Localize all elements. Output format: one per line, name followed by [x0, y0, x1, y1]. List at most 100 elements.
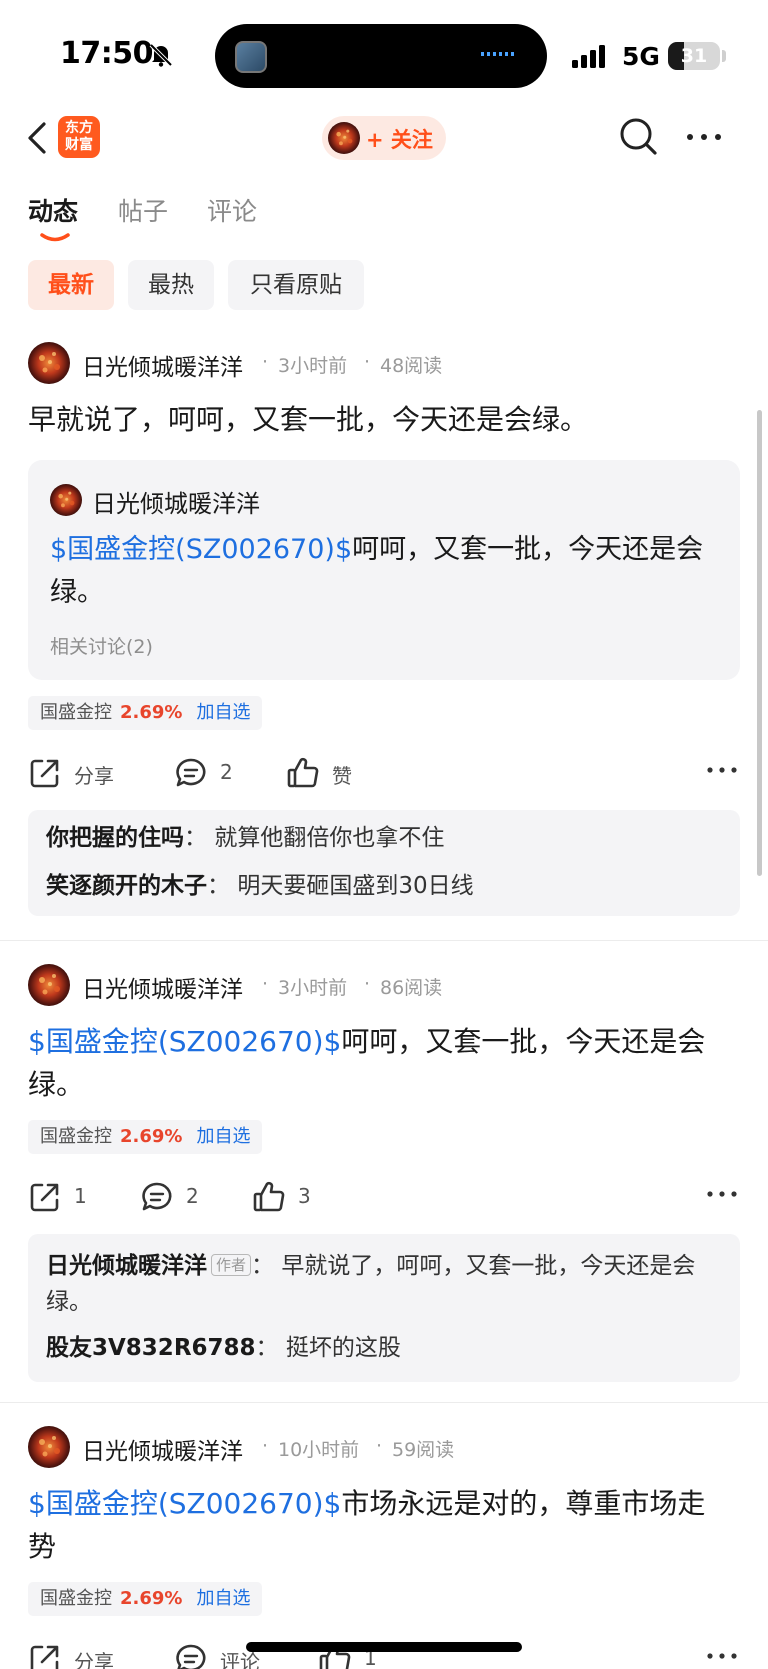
like-label: 赞: [332, 764, 352, 788]
follow-user-avatar: [328, 122, 360, 154]
comment-sep: ：: [251, 1253, 275, 1279]
post-card[interactable]: 日光倾城暖洋洋 · 10小时前 · 59阅读 $国盛金控(SZ002670)$市…: [0, 1424, 768, 1669]
stock-change-pct: 2.69%: [120, 702, 183, 723]
more-icon[interactable]: [684, 122, 724, 152]
comment-user[interactable]: 笑逐颜开的木子: [46, 873, 207, 899]
search-icon[interactable]: [618, 116, 660, 158]
stock-cashtag-link[interactable]: $国盛金控(SZ002670)$: [28, 1487, 341, 1520]
post-meta-sep: ·: [364, 351, 371, 373]
quoted-author-avatar: [50, 484, 82, 516]
like-button[interactable]: 3: [252, 1176, 332, 1220]
post-card[interactable]: 日光倾城暖洋洋 · 3小时前 · 86阅读 $国盛金控(SZ002670)$呵呵…: [0, 962, 768, 1382]
more-icon[interactable]: [704, 1646, 740, 1666]
add-watchlist-button[interactable]: 加自选: [196, 702, 250, 723]
bell-slash-icon: [149, 43, 173, 67]
stock-tag[interactable]: 国盛金控 2.69% 加自选: [28, 1120, 263, 1154]
comment-button[interactable]: 2: [140, 1176, 220, 1220]
stock-cashtag-link[interactable]: $国盛金控(SZ002670)$: [28, 1025, 341, 1058]
post-reads: 86阅读: [380, 977, 443, 999]
stock-cashtag-link[interactable]: $国盛金控(SZ002670)$: [50, 534, 352, 565]
content-tabs: 动态 帖子 评论: [0, 188, 768, 248]
like-button[interactable]: 赞: [286, 752, 366, 796]
add-watchlist-button[interactable]: 加自选: [196, 1126, 250, 1147]
tab-dynamic[interactable]: 动态: [28, 192, 78, 228]
share-icon: [30, 1183, 59, 1212]
comment-user[interactable]: 股友3V832R6788: [46, 1335, 256, 1361]
post-time: 3小时前: [278, 977, 348, 999]
like-icon: [287, 757, 319, 788]
comment-user[interactable]: 你把握的住吗: [46, 825, 184, 851]
post-reads: 48阅读: [380, 355, 443, 377]
island-activity-indicator: [481, 52, 517, 56]
post-text[interactable]: $国盛金控(SZ002670)$市场永远是对的，尊重市场走势: [28, 1482, 728, 1568]
tab-comments[interactable]: 评论: [207, 192, 257, 228]
battery-cap: [722, 50, 726, 62]
filter-original-only[interactable]: 只看原贴: [228, 260, 364, 310]
stock-name: 国盛金控: [40, 702, 112, 723]
share-button[interactable]: 1: [28, 1176, 108, 1220]
comment-item[interactable]: 股友3V832R6788： 挺坏的这股: [46, 1330, 726, 1366]
stock-name: 国盛金控: [40, 1126, 112, 1147]
post-time: 10小时前: [278, 1439, 360, 1461]
like-icon: [253, 1181, 285, 1212]
post-card[interactable]: 日光倾城暖洋洋 · 3小时前 · 48阅读 早就说了，呵呵，又套一批，今天还是会…: [0, 340, 768, 940]
stock-tag[interactable]: 国盛金控 2.69% 加自选: [28, 696, 263, 730]
comment-text: 明天要砸国盛到30日线: [237, 873, 474, 899]
comment-text: 挺坏的这股: [285, 1335, 401, 1361]
battery-indicator: 31: [668, 42, 720, 70]
comment-item[interactable]: 你把握的住吗： 就算他翻倍你也拿不住: [46, 820, 726, 856]
stock-name: 国盛金控: [40, 1588, 112, 1609]
post-author-row: 日光倾城暖洋洋 · 3小时前 · 48阅读: [28, 342, 748, 386]
tab-posts[interactable]: 帖子: [118, 192, 168, 228]
more-icon[interactable]: [704, 1184, 740, 1204]
comment-item[interactable]: 日光倾城暖洋洋 作者： 早就说了，呵呵，又套一批，今天还是会绿。: [46, 1248, 726, 1320]
share-button[interactable]: 分享: [28, 1638, 138, 1669]
comment-icon: [142, 1182, 172, 1211]
comment-sep: ：: [184, 825, 207, 851]
author-name[interactable]: 日光倾城暖洋洋: [82, 970, 243, 1004]
comment-count: 2: [186, 1184, 199, 1208]
post-reads: 59阅读: [392, 1439, 455, 1461]
author-name[interactable]: 日光倾城暖洋洋: [82, 1432, 243, 1466]
back-chevron-icon[interactable]: [24, 118, 54, 158]
post-meta-sep: ·: [376, 1435, 383, 1457]
active-tab-indicator: [40, 233, 70, 242]
quoted-post[interactable]: 日光倾城暖洋洋 $国盛金控(SZ002670)$呵呵，又套一批，今天还是会绿。 …: [28, 460, 740, 680]
share-icon: [30, 759, 59, 788]
post-divider: [0, 940, 768, 941]
status-time: 17:50: [60, 36, 154, 71]
comment-preview[interactable]: 日光倾城暖洋洋 作者： 早就说了，呵呵，又套一批，今天还是会绿。 股友3V832R…: [28, 1234, 740, 1382]
quoted-text: $国盛金控(SZ002670)$呵呵，又套一批，今天还是会绿。: [50, 528, 720, 614]
stock-tag[interactable]: 国盛金控 2.69% 加自选: [28, 1582, 263, 1616]
comment-user[interactable]: 日光倾城暖洋洋: [46, 1253, 207, 1279]
scrollbar[interactable]: [757, 410, 762, 876]
add-watchlist-button[interactable]: 加自选: [196, 1588, 250, 1609]
quoted-author-name[interactable]: 日光倾城暖洋洋: [92, 484, 260, 519]
app-logo[interactable]: 东方 财富: [58, 116, 100, 158]
related-discussions-link[interactable]: 相关讨论(2): [50, 632, 153, 659]
post-meta-sep: ·: [364, 973, 371, 995]
post-time: 3小时前: [278, 355, 348, 377]
comment-preview[interactable]: 你把握的住吗： 就算他翻倍你也拿不住 笑逐颜开的木子： 明天要砸国盛到30日线: [28, 810, 740, 916]
comment-button[interactable]: 2: [174, 752, 254, 796]
island-app-icon: [235, 41, 267, 73]
cellular-signal-icon: [572, 45, 605, 68]
post-text[interactable]: 早就说了，呵呵，又套一批，今天还是会绿。: [28, 398, 728, 441]
share-button[interactable]: 分享: [28, 752, 138, 796]
filter-hottest[interactable]: 最热: [128, 260, 214, 310]
author-avatar[interactable]: [28, 964, 70, 1006]
comment-item[interactable]: 笑逐颜开的木子： 明天要砸国盛到30日线: [46, 868, 726, 904]
author-avatar[interactable]: [28, 1426, 70, 1468]
stock-change-pct: 2.69%: [120, 1588, 183, 1609]
home-indicator[interactable]: [246, 1642, 522, 1652]
share-label: 分享: [74, 1650, 114, 1669]
more-icon[interactable]: [704, 760, 740, 780]
author-name[interactable]: 日光倾城暖洋洋: [82, 348, 243, 382]
follow-button[interactable]: + 关注: [322, 116, 446, 160]
post-text[interactable]: $国盛金控(SZ002670)$呵呵，又套一批，今天还是会绿。: [28, 1020, 728, 1106]
battery-percent: 31: [680, 45, 708, 67]
comment-text: 就算他翻倍你也拿不住: [214, 825, 445, 851]
author-avatar[interactable]: [28, 342, 70, 384]
filter-latest[interactable]: 最新: [28, 260, 114, 310]
comment-icon: [176, 1644, 206, 1669]
